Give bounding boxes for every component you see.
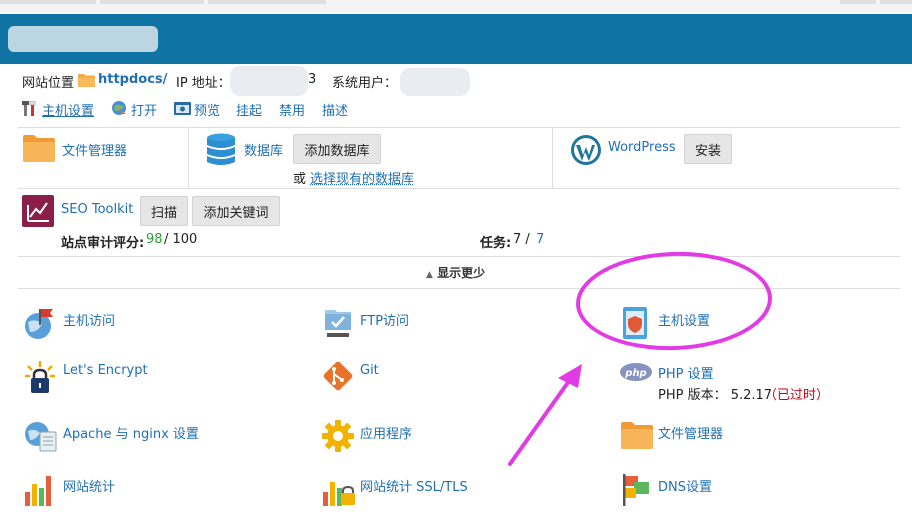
select-existing-database-link[interactable]: 选择现有的数据库 — [310, 168, 414, 187]
databases-link[interactable]: 数据库 — [244, 140, 283, 159]
apache-nginx-icon — [25, 422, 57, 452]
location-link[interactable]: httpdocs/ — [98, 72, 167, 87]
scan-button[interactable]: 扫描 — [140, 196, 188, 226]
ftp-access-icon — [325, 310, 351, 337]
divider — [18, 127, 900, 128]
strip-segment — [208, 0, 326, 4]
database-icon — [207, 133, 235, 165]
open-link[interactable]: 打开 — [131, 100, 157, 119]
tasks-done: 7 / — [513, 232, 530, 247]
php-version-text: PHP 版本： 5.2.17 — [658, 388, 773, 403]
site-info-bar: 网站位置 httpdocs/ IP 地址： 3 系统用户： — [22, 66, 902, 96]
lets-encrypt-icon — [25, 361, 55, 393]
file-manager-grid-link[interactable]: 文件管理器 — [658, 423, 723, 442]
site-audit-score: 98 — [146, 232, 163, 247]
divider — [18, 256, 900, 257]
annotation-arrow-icon — [508, 364, 582, 466]
redacted-domain-name — [8, 26, 158, 52]
svg-text:php: php — [624, 368, 646, 379]
tools-icon — [22, 101, 36, 116]
dns-settings-link[interactable]: DNS设置 — [658, 476, 712, 495]
or-text: 或 — [293, 172, 307, 187]
dns-settings-icon — [623, 474, 649, 506]
annotation-highlight-ellipse — [574, 248, 774, 354]
open-globe-icon — [112, 101, 126, 115]
suspend-link[interactable]: 挂起 — [236, 100, 262, 119]
applications-link[interactable]: 应用程序 — [360, 423, 412, 442]
hosting-access-globe-icon — [25, 309, 53, 339]
strip-segment — [0, 0, 96, 4]
applications-gear-icon — [322, 420, 354, 452]
install-wordpress-button[interactable]: 安装 — [684, 134, 732, 164]
divider — [188, 128, 189, 188]
wordpress-link[interactable]: WordPress — [608, 140, 676, 155]
web-statistics-ssl-link[interactable]: 网站统计 SSL/TLS — [360, 476, 468, 495]
ip-value-tail: 3 — [308, 72, 317, 87]
seo-toolkit-icon — [22, 195, 54, 227]
preview-icon — [174, 102, 191, 115]
browser-top-strip — [0, 0, 912, 14]
show-less-toggle[interactable]: ▲ 显示更少 — [426, 264, 485, 281]
file-manager-folder-icon — [23, 135, 55, 162]
lets-encrypt-link[interactable]: Let's Encrypt — [63, 363, 148, 378]
strip-segment — [880, 0, 912, 4]
git-link[interactable]: Git — [360, 363, 379, 378]
location-label: 网站位置 — [22, 76, 75, 91]
show-less-label: 显示更少 — [437, 266, 486, 280]
ftp-access-link[interactable]: FTP访问 — [360, 310, 409, 329]
disable-link[interactable]: 禁用 — [279, 100, 305, 119]
php-settings-link[interactable]: PHP 设置 — [658, 363, 714, 382]
hosting-access-link[interactable]: 主机访问 — [63, 310, 115, 329]
tasks-total-link[interactable]: 7 — [536, 232, 544, 247]
host-settings-link[interactable]: 主机设置 — [42, 100, 94, 119]
folder-icon — [78, 74, 95, 87]
add-database-button[interactable]: 添加数据库 — [293, 134, 381, 164]
strip-segment — [840, 0, 876, 4]
add-keywords-button[interactable]: 添加关键词 — [192, 196, 280, 226]
web-statistics-link[interactable]: 网站统计 — [63, 476, 115, 495]
apache-nginx-settings-link[interactable]: Apache 与 nginx 设置 — [63, 423, 199, 442]
file-manager-link[interactable]: 文件管理器 — [62, 140, 127, 159]
php-icon: php — [620, 363, 652, 381]
preview-link[interactable]: 预览 — [194, 100, 220, 119]
site-audit-label: 站点审计评分: — [61, 236, 145, 251]
wordpress-icon — [571, 135, 601, 165]
chevron-up-icon: ▲ — [426, 270, 433, 280]
file-manager-folder-icon — [621, 422, 653, 449]
redacted-system-user — [400, 68, 470, 96]
divider — [18, 188, 900, 189]
system-user-label: 系统用户： — [332, 76, 398, 91]
describe-link[interactable]: 描述 — [322, 100, 348, 119]
site-audit-total: / 100 — [164, 232, 198, 247]
strip-segment — [100, 0, 204, 4]
tasks-label: 任务: — [480, 236, 512, 251]
site-header-banner — [0, 14, 912, 64]
php-outdated-badge: （已过时） — [764, 388, 830, 403]
web-statistics-icon — [25, 476, 51, 506]
redacted-ip — [230, 66, 308, 96]
divider — [552, 128, 553, 188]
seo-toolkit-link[interactable]: SEO Toolkit — [61, 202, 133, 217]
git-icon — [323, 361, 353, 391]
web-statistics-ssl-icon — [323, 482, 355, 506]
ip-label: IP 地址： — [176, 76, 231, 91]
